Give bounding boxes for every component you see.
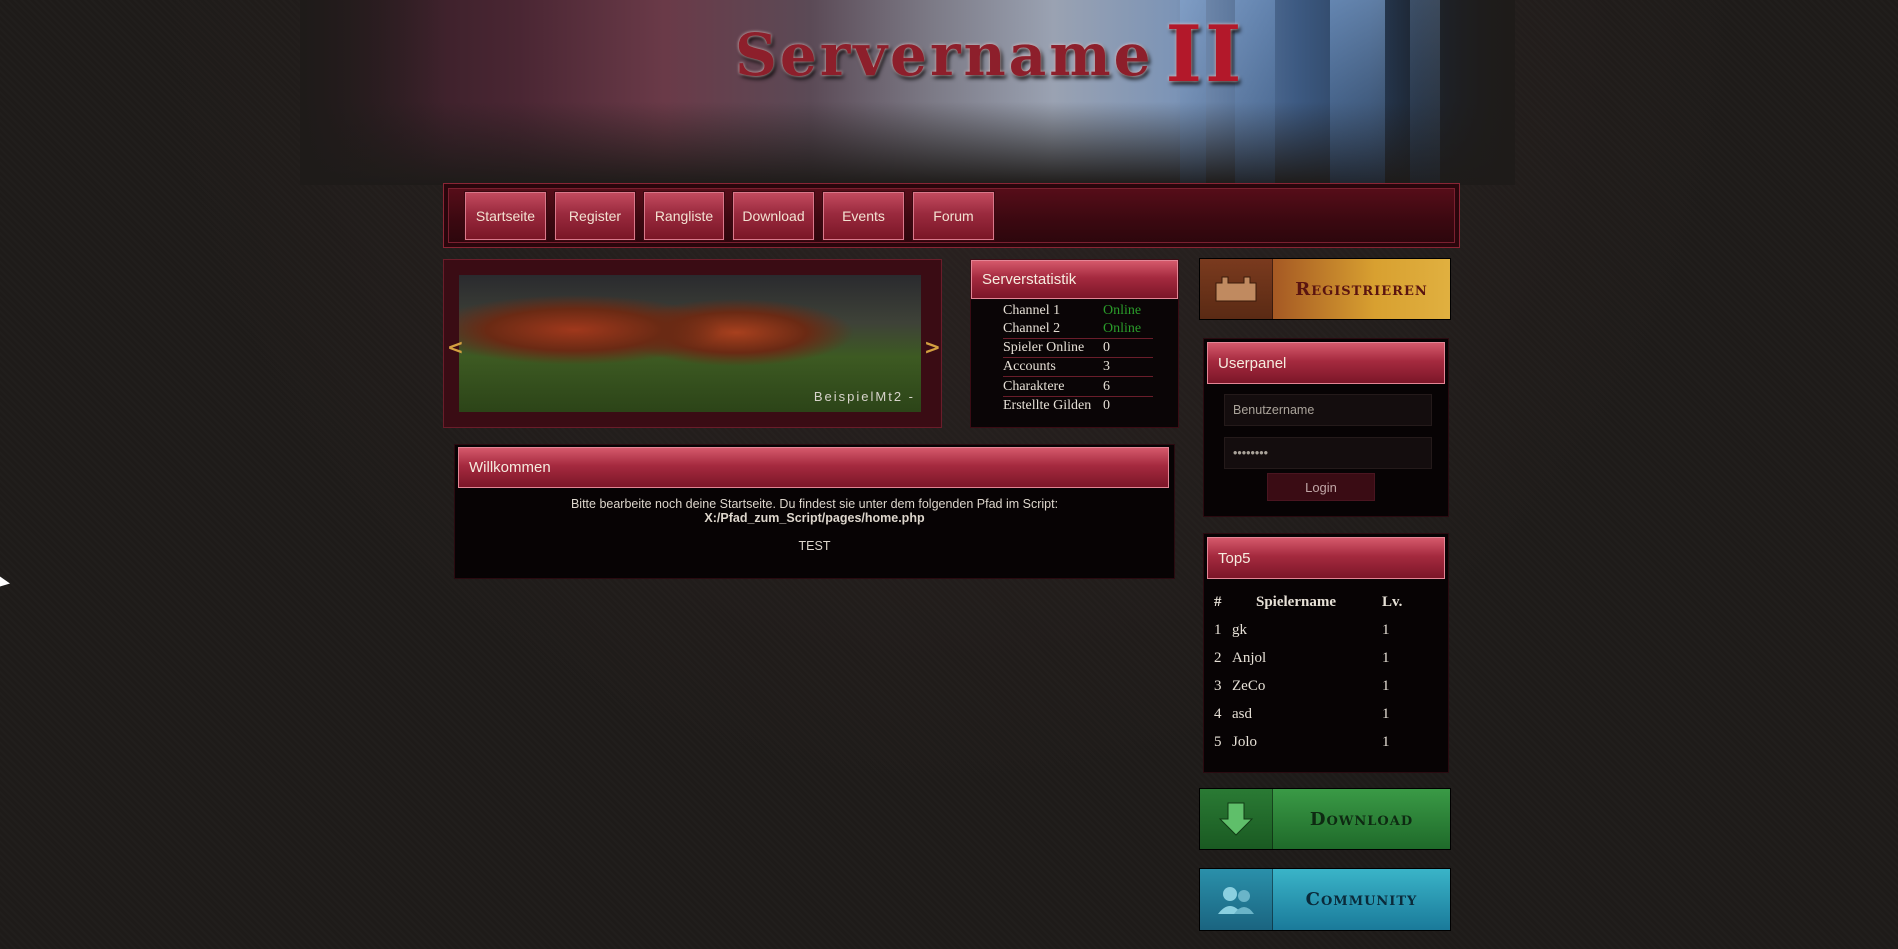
users-icon xyxy=(1200,869,1273,930)
top5-row[interactable]: 2 Anjol 1 xyxy=(1214,650,1438,667)
nav-events[interactable]: Events xyxy=(823,192,904,240)
stat-row: Spieler Online 0 xyxy=(1003,339,1153,358)
download-banner-label: Download xyxy=(1309,808,1414,830)
nav-download[interactable]: Download xyxy=(733,192,814,240)
welcome-path: X:/Pfad_zum_Script/pages/home.php xyxy=(704,511,925,525)
community-banner-button[interactable]: Community xyxy=(1199,868,1451,931)
username-field[interactable]: Benutzername xyxy=(1224,394,1432,426)
serverstats-title: Serverstatistik xyxy=(971,260,1178,299)
community-banner-label: Community xyxy=(1305,889,1418,910)
slider-prev-icon[interactable]: < xyxy=(447,335,464,359)
download-arrow-icon xyxy=(1200,789,1273,849)
userpanel-title: Userpanel xyxy=(1207,342,1445,384)
password-field[interactable]: •••••••• xyxy=(1224,437,1432,469)
register-banner-button[interactable]: Registrieren xyxy=(1199,258,1451,320)
nav-rangliste[interactable]: Rangliste xyxy=(644,192,724,240)
stat-row: Accounts 3 xyxy=(1003,358,1153,377)
welcome-line: Bitte bearbeite noch deine Startseite. D… xyxy=(570,497,1059,511)
stat-row: Channel 1 Online xyxy=(1003,303,1142,318)
register-banner-label: Registrieren xyxy=(1295,278,1428,300)
top5-header-row: # Spielername Lv. xyxy=(1214,594,1403,610)
main-navigation: Startseite Register Rangliste Download E… xyxy=(443,183,1460,248)
slide-caption: BeispielMt2 - xyxy=(813,389,915,404)
image-slider: BeispielMt2 - < > xyxy=(443,259,942,428)
welcome-title: Willkommen xyxy=(458,447,1169,488)
welcome-panel: Willkommen Bitte bearbeite noch deine St… xyxy=(454,444,1175,579)
login-button[interactable]: Login xyxy=(1267,473,1375,501)
download-banner-button[interactable]: Download xyxy=(1199,788,1451,850)
stat-row: Erstellte Gilden 0 xyxy=(1003,398,1110,413)
top5-title: Top5 xyxy=(1207,537,1445,579)
serverstats-panel: Serverstatistik Channel 1 Online Channel … xyxy=(970,259,1179,428)
top5-row[interactable]: 5 Jolo 1 xyxy=(1214,734,1438,751)
nav-startseite[interactable]: Startseite xyxy=(465,192,546,240)
stat-row: Charaktere 6 xyxy=(1003,378,1153,397)
stat-row: Channel 2 Online xyxy=(1003,320,1153,339)
top5-row[interactable]: 3 ZeCo 1 xyxy=(1214,678,1438,695)
welcome-note: TEST xyxy=(798,539,831,553)
top5-row[interactable]: 1 gk 1 xyxy=(1214,622,1438,639)
top5-panel: Top5 # Spielername Lv. 1 gk 1 2 Anjol 1 3 ZeC… xyxy=(1203,533,1449,773)
site-logo[interactable]: Servername II xyxy=(735,9,1242,100)
slide-image[interactable]: BeispielMt2 - xyxy=(459,275,921,412)
top5-row[interactable]: 4 asd 1 xyxy=(1214,706,1438,723)
slider-next-icon[interactable]: > xyxy=(924,335,941,359)
castle-icon xyxy=(1200,259,1273,319)
welcome-body: Bitte bearbeite noch deine Startseite. D… xyxy=(455,497,1174,553)
nav-forum[interactable]: Forum xyxy=(913,192,994,240)
nav-register[interactable]: Register xyxy=(555,192,635,240)
userpanel: Userpanel Benutzername •••••••• Login xyxy=(1203,338,1449,517)
serverstats-table: Channel 1 Online Channel 2 Online Spieler … xyxy=(1003,302,1153,415)
